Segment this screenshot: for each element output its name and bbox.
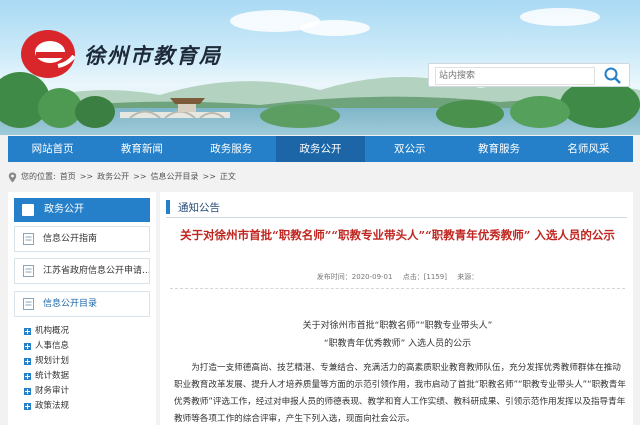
section-tab: 通知公告 (166, 198, 627, 218)
breadcrumb-item-home[interactable]: 首页 (60, 167, 76, 187)
plus-icon (24, 328, 31, 335)
search-box (428, 63, 630, 87)
tab-accent-bar (166, 200, 170, 214)
article-title: 关于对徐州市首批“职教名师”“职教专业带头人”“职教青年优秀教师” 入选人员的公… (180, 228, 615, 242)
article-subtitle-line2: “职教青年优秀教师” 入选人员的公示 (323, 339, 472, 349)
sidebar-link-label: 江苏省政府信息公开申请... (43, 266, 150, 276)
breadcrumb-separator: >> (133, 172, 147, 181)
cloud (520, 8, 600, 26)
divider (170, 288, 625, 289)
search-input[interactable] (435, 67, 595, 85)
catalog-item[interactable]: 财务审计 (24, 384, 152, 399)
breadcrumb-prefix: 您的位置: (21, 172, 56, 181)
breadcrumb-item-gov-public[interactable]: 政务公开 (97, 167, 129, 187)
catalog-item[interactable]: 人事信息 (24, 339, 152, 354)
main-nav: 网站首页 教育新闻 政务服务 政务公开 双公示 教育服务 名师风采 (8, 136, 633, 162)
sidebar-catalog-label: 信息公开目录 (43, 299, 98, 309)
plus-icon (24, 373, 31, 380)
article-subtitle-line1: 关于对徐州市首批“职教名师”“职教专业带头人” (302, 321, 493, 331)
breadcrumb-separator: >> (79, 172, 94, 181)
breadcrumb-item-current: 正文 (219, 172, 236, 181)
sidebar-section-title: 政务公开 (14, 198, 150, 222)
sidebar: 政务公开 信息公开指南 江苏省政府信息公开申请... 信息公开目录 机构概况 人… (8, 192, 156, 425)
search-icon[interactable] (603, 66, 623, 86)
plus-icon (24, 343, 31, 350)
sidebar-link-guide[interactable]: 信息公开指南 (14, 226, 150, 252)
catalog-item-label: 统计数据 (35, 371, 70, 381)
sidebar-section-label: 政务公开 (44, 204, 84, 215)
nav-gov-public[interactable]: 政务公开 (275, 136, 366, 162)
nav-gov-service[interactable]: 政务服务 (187, 136, 276, 162)
document-icon (23, 298, 34, 310)
sidebar-catalog-title[interactable]: 信息公开目录 (14, 291, 150, 317)
plus-icon (24, 388, 31, 395)
document-icon (23, 265, 34, 277)
header-banner: 徐州市教育局 (0, 0, 640, 135)
catalog-item[interactable]: 统计数据 (24, 369, 152, 384)
catalog-item[interactable]: 机构概况 (24, 324, 152, 339)
nav-edu-service[interactable]: 教育服务 (454, 136, 543, 162)
nav-edu-news[interactable]: 教育新闻 (97, 136, 186, 162)
catalog-item[interactable]: 政策法规 (24, 399, 152, 414)
catalog-item[interactable]: 规划计划 (24, 354, 152, 369)
publish-date: 发布时间：2020-09-01 (316, 273, 393, 281)
nav-home[interactable]: 网站首页 (8, 136, 97, 162)
tab-notice[interactable]: 通知公告 (178, 200, 220, 215)
breadcrumb-separator: >> (202, 172, 216, 181)
sidebar-link-application[interactable]: 江苏省政府信息公开申请... (14, 258, 150, 284)
source: 来源： (457, 273, 479, 281)
view-count: 点击：[1159] (402, 273, 447, 281)
plus-icon (24, 358, 31, 365)
nav-famous-teachers[interactable]: 名师风采 (544, 136, 633, 162)
breadcrumb-item-catalog[interactable]: 信息公开目录 (151, 167, 199, 187)
plus-icon (24, 403, 31, 410)
catalog-item-label: 人事信息 (35, 341, 70, 351)
document-icon (23, 233, 34, 245)
catalog-item-label: 政策法规 (35, 401, 70, 411)
article-meta: 发布时间：2020-09-01 点击：[1159] 来源： (170, 272, 625, 282)
location-pin-icon (8, 172, 17, 182)
breadcrumb: 您的位置: 首页 >> 政务公开 >> 信息公开目录 >> 正文 (8, 167, 633, 187)
square-icon (22, 204, 34, 216)
sidebar-link-label: 信息公开指南 (43, 234, 98, 244)
catalog-item-label: 财务审计 (35, 386, 70, 396)
article-panel: 通知公告 关于对徐州市首批“职教名师”“职教专业带头人”“职教青年优秀教师” 入… (160, 192, 633, 425)
catalog-item-label: 机构概况 (35, 326, 70, 336)
article-body: 为打造一支师德高尚、技艺精湛、专兼结合、充满活力的高素质职业教育教师队伍，充分发… (174, 363, 626, 424)
logo-e-icon (21, 30, 76, 78)
site-name: 徐州市教育局 (84, 43, 222, 68)
catalog-item-label: 规划计划 (35, 356, 70, 366)
cloud (300, 20, 370, 36)
catalog-list: 机构概况 人事信息 规划计划 统计数据 财务审计 政策法规 (24, 324, 152, 414)
nav-double-public[interactable]: 双公示 (365, 136, 454, 162)
